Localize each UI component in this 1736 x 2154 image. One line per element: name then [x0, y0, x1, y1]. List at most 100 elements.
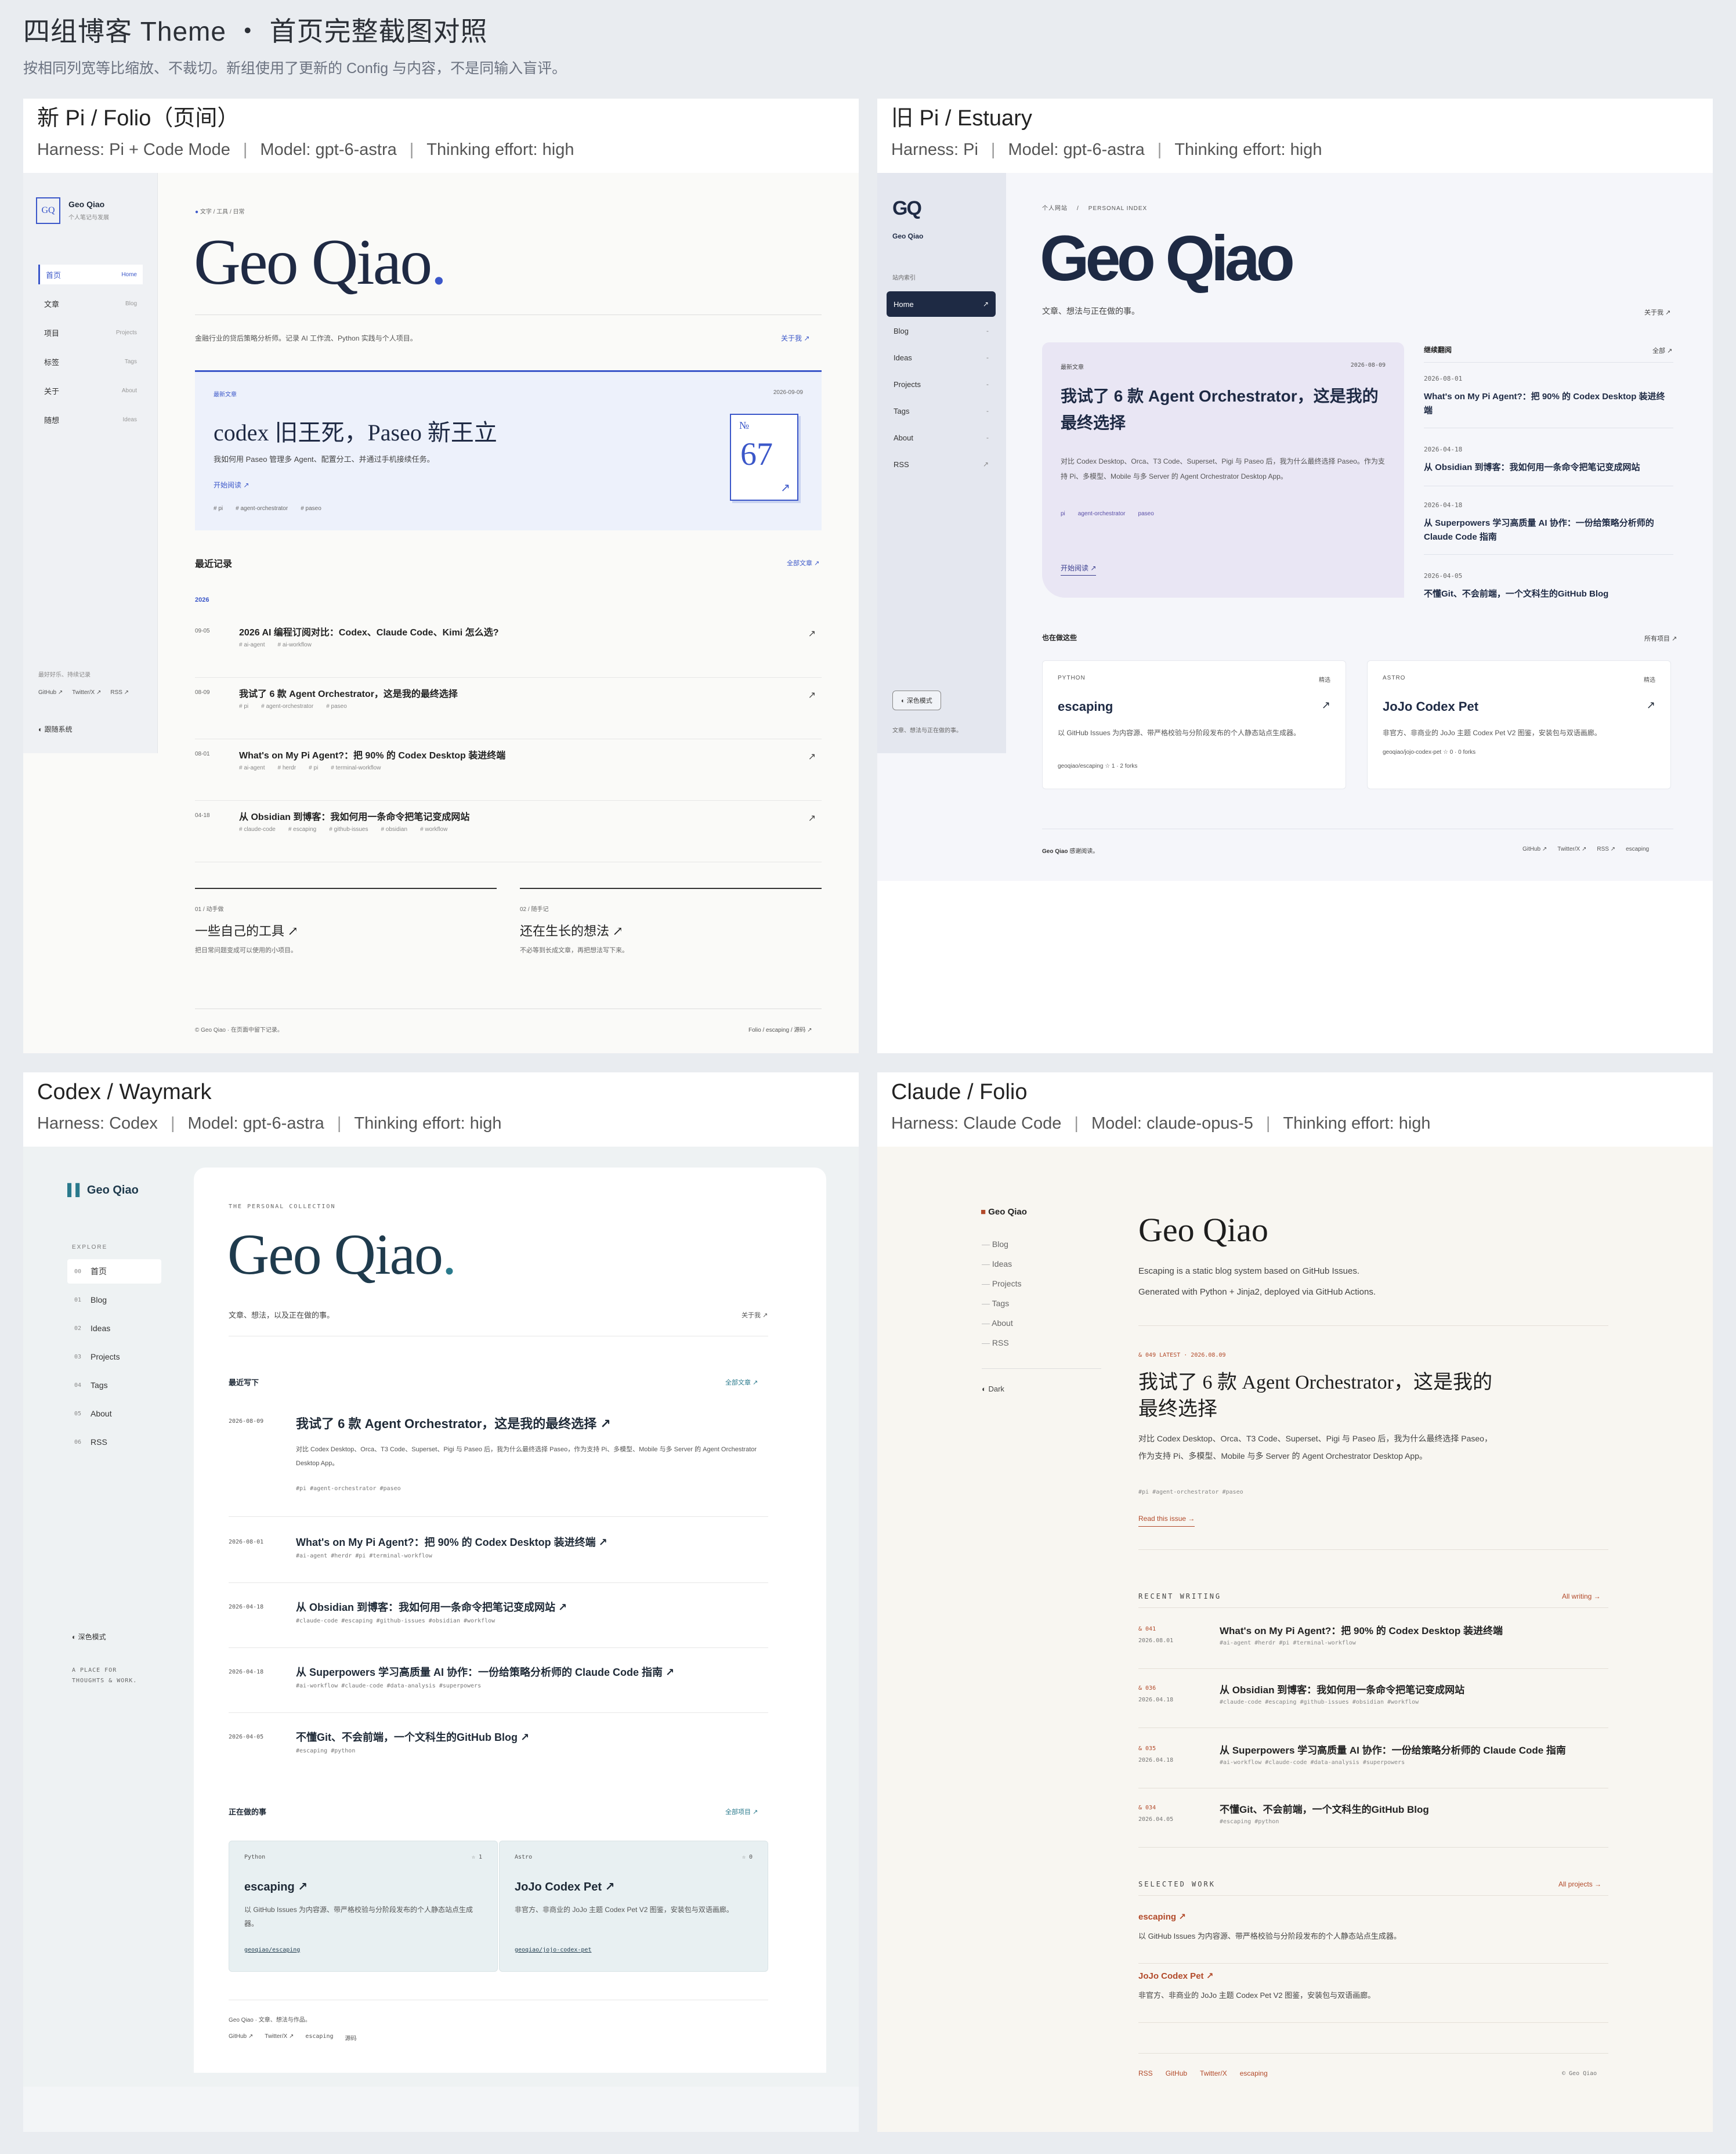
- nav-item-about[interactable]: About: [982, 1318, 1013, 1328]
- project-card[interactable]: ASTRO 精选 JoJo Codex Pet ↗ 非官方、非商业的 JoJo …: [1367, 660, 1671, 789]
- recent-label: 最近写下: [229, 1378, 259, 1387]
- about-link[interactable]: 关于我 ↗: [742, 1310, 768, 1320]
- continue-all-link[interactable]: 全部 ↗: [1652, 346, 1672, 355]
- nav-item-home[interactable]: Home ↗: [887, 291, 996, 317]
- nav-item-ideas[interactable]: 02 Ideas: [67, 1316, 161, 1340]
- post-row[interactable]: & 034 2026.04.05 不懂Git、不会前端，一个文科生的GitHub B…: [1138, 1801, 1608, 1848]
- site-name[interactable]: ■ Geo Qiao: [981, 1207, 1027, 1217]
- featured-title[interactable]: 我试了 6 款 Agent Orchestrator，这是我的最终选择: [1061, 383, 1386, 436]
- featured-tags: # pi # agent-orchestrator # paseo: [214, 505, 321, 512]
- list-item[interactable]: 2026-04-18 从 Obsidian 到博客：我如何用一条命令把笔记变成网站: [1424, 446, 1673, 486]
- panel-header: Codex / Waymark Harness: Codex | Model: gp…: [23, 1072, 859, 1147]
- nav-item-about[interactable]: 05 About: [67, 1401, 161, 1426]
- footer-line: Geo Qiao · 文章、想法与作品。: [229, 2017, 311, 2023]
- logo-mark[interactable]: GQ: [892, 197, 922, 220]
- read-button[interactable]: 开始阅读 ↗: [214, 480, 249, 490]
- screenshot-estuary: GQ Geo Qiao 站内索引 Home ↗ Blog - Ideas - Proj…: [877, 173, 1713, 881]
- sidebar: GQ Geo Qiao 站内索引 Home ↗ Blog - Ideas - Proj…: [877, 173, 1006, 753]
- featured-card[interactable]: 最新文章 2026-08-09 我试了 6 款 Agent Orchestrat…: [1042, 342, 1404, 598]
- work-item[interactable]: JoJo Codex Pet ↗ 非官方、非商业的 JoJo 主题 Codex …: [1138, 1971, 1608, 2023]
- list-item[interactable]: 2026-08-01 What's on My Pi Agent?：把 90% 的…: [1424, 375, 1673, 428]
- all-posts-link[interactable]: 全部文章 ↗: [725, 1378, 758, 1387]
- about-link[interactable]: 关于我 ↗: [781, 333, 809, 343]
- featured-label: 最新文章: [214, 392, 237, 398]
- nav-item-home[interactable]: 首页 Home: [38, 265, 143, 284]
- post-row[interactable]: 08-09 我试了 6 款 Agent Orchestrator，这是我的最终选择…: [195, 678, 822, 739]
- project-card[interactable]: Python ☆ 1 escaping ↗ 以 GitHub Issues 为内…: [229, 1841, 498, 1972]
- panel-header: 旧 Pi / Estuary Harness: Pi | Model: gpt-6-…: [877, 99, 1713, 173]
- all-projects-link[interactable]: 所有项目 ↗: [1644, 634, 1677, 643]
- post-row[interactable]: 2026-08-01 What's on My Pi Agent?：把 90% 的…: [229, 1534, 768, 1583]
- nav-item-home[interactable]: 00 首页: [67, 1259, 161, 1284]
- nav-item-ideas[interactable]: Ideas: [982, 1259, 1012, 1268]
- post-row[interactable]: 2026-04-18 从 Superpowers 学习高质量 AI 协作：一份给策…: [229, 1664, 768, 1713]
- nav-item-projects[interactable]: 03 Projects: [67, 1345, 161, 1369]
- nav-item-blog[interactable]: Blog -: [887, 318, 996, 344]
- nav-item-projects[interactable]: Projects -: [887, 371, 996, 397]
- project-card[interactable]: PYTHON 精选 escaping ↗ 以 GitHub Issues 为内容…: [1042, 660, 1346, 789]
- arrow-icon: ↗: [1321, 699, 1330, 711]
- nav-item-tags[interactable]: Tags -: [887, 398, 996, 424]
- logo-mark[interactable]: GQ: [36, 197, 60, 224]
- nav-item-blog[interactable]: Blog: [982, 1239, 1008, 1249]
- nav-item-about[interactable]: 关于 About: [38, 381, 143, 400]
- nav-item-rss[interactable]: 06 RSS: [67, 1430, 161, 1454]
- twitter-link[interactable]: Twitter/X ↗: [72, 689, 101, 696]
- nav-item-about[interactable]: About -: [887, 425, 996, 450]
- rss-link[interactable]: RSS ↗: [110, 689, 129, 696]
- all-projects-link[interactable]: 全部项目 ↗: [725, 1807, 758, 1816]
- nav-item-rss[interactable]: RSS ↗: [887, 451, 996, 477]
- nav-item-ideas[interactable]: 随想 Ideas: [38, 410, 143, 429]
- all-projects-link[interactable]: All projects →: [1558, 1880, 1601, 1888]
- list-item[interactable]: 2026-04-18 从 Superpowers 学习高质量 AI 协作：一份给策…: [1424, 501, 1673, 555]
- nav-item-projects[interactable]: Projects: [982, 1279, 1022, 1288]
- post-row[interactable]: 2026-04-18 从 Obsidian 到博客：我如何用一条命令把笔记变成网站…: [229, 1599, 768, 1648]
- intro-text: 金融行业的贷后策略分析师。记录 AI 工作流、Python 实践与个人项目。: [195, 334, 417, 342]
- featured-card[interactable]: 最新文章 2026-09-09 codex 旧王死，Paseo 新王立 我如何用…: [195, 370, 822, 530]
- featured-desc: 我如何用 Paseo 管理多 Agent、配置分工、并通过手机接续任务。: [214, 455, 435, 464]
- continue-label: 继续翻阅: [1424, 346, 1452, 354]
- post-row[interactable]: & 036 2026.04.18 从 Obsidian 到博客：我如何用一条命令把笔…: [1138, 1682, 1608, 1728]
- about-link[interactable]: 关于我 ↗: [1644, 308, 1670, 317]
- nav-item-blog[interactable]: 文章 Blog: [38, 294, 143, 313]
- arrow-icon: ↗: [780, 482, 790, 494]
- panel-title: Codex / Waymark: [37, 1080, 212, 1104]
- section-tools[interactable]: 01 / 动手做 一些自己的工具 ↗ 把日常问题变成可以使用的小项目。: [195, 888, 497, 955]
- project-card[interactable]: Astro ☆ 0 JoJo Codex Pet ↗ 非官方、非商业的 JoJo…: [499, 1841, 768, 1972]
- nav-item-rss[interactable]: RSS: [982, 1338, 1009, 1347]
- read-button[interactable]: 开始阅读 ↗: [1061, 563, 1097, 576]
- post-row[interactable]: & 041 2026.08.01 What's on My Pi Agent?：把 …: [1138, 1622, 1608, 1669]
- post-row[interactable]: 09-05 2026 AI 编程订阅对比：Codex、Claude Code、Ki…: [195, 616, 822, 678]
- motto: A PLACE FOR THOUGHTS & WORK.: [72, 1667, 138, 1684]
- featured-title[interactable]: 我试了 6 款 Agent Orchestrator，这是我的最终选择: [1138, 1369, 1510, 1423]
- github-link[interactable]: GitHub ↗: [38, 689, 63, 696]
- post-row[interactable]: 08-01 What's on My Pi Agent?：把 90% 的 Code…: [195, 739, 822, 801]
- nav-item-blog[interactable]: 01 Blog: [67, 1288, 161, 1312]
- dark-mode-toggle[interactable]: ◐ 深色模式: [72, 1632, 106, 1642]
- work-item[interactable]: escaping ↗ 以 GitHub Issues 为内容源、带严格校验与分阶…: [1138, 1911, 1608, 1964]
- all-writing-link[interactable]: All writing →: [1562, 1592, 1601, 1600]
- theme-toggle[interactable]: ◐ 跟随系统: [38, 724, 73, 734]
- latest-label: & 049 LATEST · 2026.08.09: [1138, 1352, 1226, 1358]
- post-row[interactable]: 2026-08-09 我试了 6 款 Agent Orchestrator，这是我…: [229, 1414, 768, 1517]
- all-posts-link[interactable]: 全部文章 ↗: [787, 558, 819, 568]
- dark-mode-toggle[interactable]: ◐ 深色模式: [892, 691, 941, 710]
- dark-mode-toggle[interactable]: ◐ Dark: [982, 1385, 1004, 1393]
- site-name: Geo Qiao: [68, 200, 105, 209]
- post-row[interactable]: 04-18 从 Obsidian 到博客：我如何用一条命令把笔记变成网站 # cla…: [195, 801, 822, 862]
- section-ideas[interactable]: 02 / 随手记 还在生长的想法 ↗ 不必等到长成文章，再把想法写下来。: [520, 888, 822, 955]
- nav-item-tags[interactable]: 标签 Tags: [38, 352, 143, 371]
- nav-item-ideas[interactable]: Ideas -: [887, 345, 996, 370]
- read-button[interactable]: Read this issue →: [1138, 1515, 1195, 1527]
- post-row[interactable]: & 035 2026.04.18 从 Superpowers 学习高质量 AI 协作…: [1138, 1742, 1608, 1788]
- post-row[interactable]: 2026-04-05 不懂Git、不会前端，一个文科生的GitHub Blog ↗…: [229, 1729, 768, 1778]
- site-name: Geo Qiao: [892, 232, 924, 240]
- list-item[interactable]: 2026-04-05 不懂Git、不会前端，一个文科生的GitHub Blog: [1424, 572, 1673, 607]
- panel-claude-folio: Claude / Folio Harness: Claude Code | Mode…: [877, 1072, 1713, 2132]
- logo[interactable]: ▌▌ Geo Qiao: [67, 1184, 139, 1197]
- nav-item-tags[interactable]: Tags: [982, 1299, 1010, 1308]
- nav-item-projects[interactable]: 项目 Projects: [38, 323, 143, 342]
- nav-item-tags[interactable]: 04 Tags: [67, 1373, 161, 1397]
- footer-right[interactable]: Folio / escaping / 源码 ↗: [748, 1025, 812, 1033]
- featured-title[interactable]: codex 旧王死，Paseo 新王立: [214, 414, 497, 447]
